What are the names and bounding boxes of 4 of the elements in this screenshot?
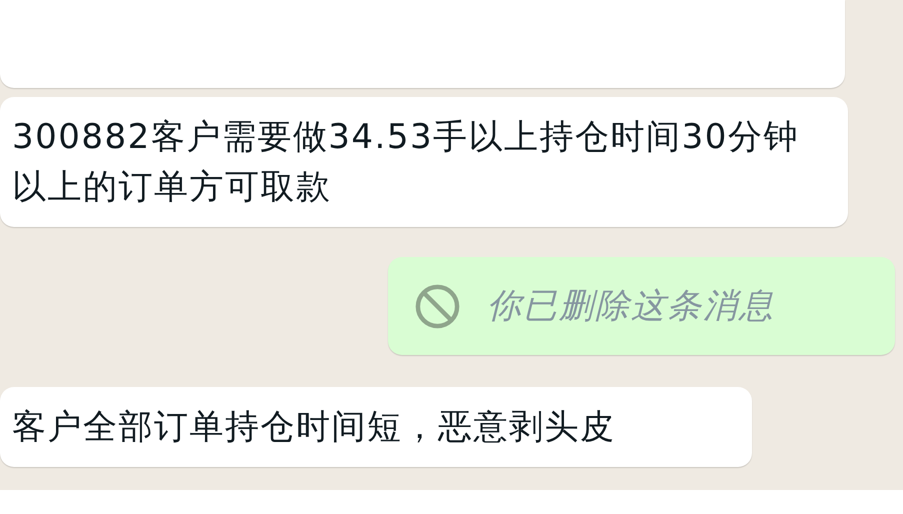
deleted-message-text: 你已删除这条消息: [487, 284, 775, 328]
prohibited-icon: [414, 282, 461, 330]
message-text: 客户全部订单持仓时间短，恶意剥头皮: [12, 406, 616, 449]
message-text: 300882客户需要做34.53手以上持仓时间30分钟以上的订单方可取款: [12, 116, 800, 209]
